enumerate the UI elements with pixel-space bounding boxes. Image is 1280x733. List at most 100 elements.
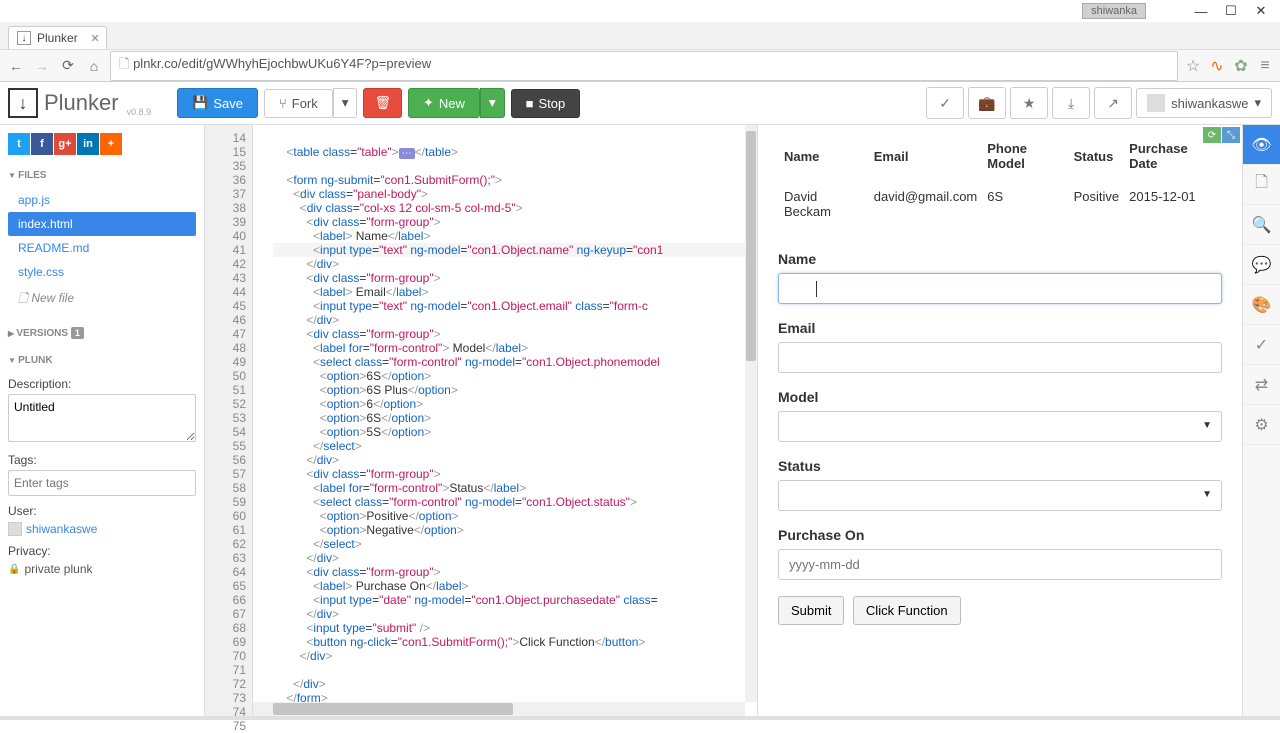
file-item-readme[interactable]: README.md — [8, 236, 196, 260]
new-dropdown-icon[interactable]: ▾ — [480, 88, 505, 118]
googleplus-icon[interactable]: g+ — [54, 133, 76, 155]
name-input[interactable] — [778, 273, 1222, 304]
privacy-value: 🔒private plunk — [8, 562, 196, 576]
th-email: Email — [870, 135, 982, 177]
file-item-stylecss[interactable]: style.css — [8, 260, 196, 284]
briefcase-icon[interactable]: 💼 — [968, 87, 1006, 119]
purchase-label: Purchase On — [778, 527, 1222, 543]
editor-vertical-scrollbar[interactable] — [745, 125, 757, 702]
tab-close-icon[interactable]: ✕ — [90, 32, 99, 45]
status-bar — [0, 716, 1280, 720]
forward-icon[interactable]: → — [32, 56, 52, 76]
plunk-section-header[interactable]: PLUNK — [8, 352, 196, 369]
status-label: Status — [778, 458, 1222, 474]
window-maximize-icon[interactable]: ☐ — [1216, 2, 1246, 20]
new-button[interactable]: ✦ New — [408, 88, 480, 118]
plunker-logo-icon[interactable]: ↓ — [8, 88, 38, 118]
settings-tab-icon[interactable]: ⚙ — [1243, 405, 1280, 445]
back-icon[interactable]: ← — [6, 56, 26, 76]
submit-button[interactable]: Submit — [778, 596, 844, 625]
app-toolbar: ↓ Plunker v0.8.9 💾 Save ⑂ Fork ▾ 🗑 ✦ New… — [0, 82, 1280, 125]
window-user-badge: shiwanka — [1082, 3, 1146, 19]
new-file-button[interactable]: 🗋 New file — [8, 284, 196, 315]
chevron-down-icon: ▾ — [1254, 95, 1261, 111]
window-close-icon[interactable]: ✕ — [1246, 2, 1276, 20]
star-icon[interactable]: ☆ — [1184, 57, 1202, 75]
facebook-icon[interactable]: f — [31, 133, 53, 155]
model-select[interactable] — [778, 411, 1222, 442]
save-button[interactable]: 💾 Save — [177, 88, 258, 118]
text-cursor-icon — [816, 281, 817, 297]
plunker-favicon-icon: ↓ — [17, 31, 31, 45]
stop-button[interactable]: ■ Stop — [511, 89, 581, 118]
lock-icon: 🔒 — [8, 564, 20, 575]
purchase-date-input[interactable] — [778, 549, 1222, 580]
window-minimize-icon[interactable]: — — [1186, 2, 1216, 20]
settings-gear-icon[interactable]: ✿ — [1232, 57, 1250, 75]
file-item-appjs[interactable]: app.js — [8, 188, 196, 212]
fork-button[interactable]: ⑂ Fork — [264, 89, 333, 118]
user-value[interactable]: shiwankaswe — [8, 522, 196, 536]
editor-gutter: 1415353637383940414243444546474849505152… — [205, 125, 253, 716]
email-input[interactable] — [778, 342, 1222, 373]
twitter-icon[interactable]: t — [8, 133, 30, 155]
sidebar: t f g+ in + FILES app.js index.html READ… — [0, 125, 205, 716]
preview-controls: ⟳ ⤡ — [1203, 127, 1240, 143]
docs-tab-icon[interactable]: 🗋 — [1243, 165, 1280, 205]
chat-tab-icon[interactable]: 💬 — [1243, 245, 1280, 285]
preview-pane: ⟳ ⤡ Name Email Phone Model Status Purcha… — [757, 125, 1242, 716]
description-label: Description: — [8, 377, 196, 391]
th-model: Phone Model — [983, 135, 1067, 177]
th-status: Status — [1070, 135, 1124, 177]
palette-tab-icon[interactable]: 🎨 — [1243, 285, 1280, 325]
share-icon[interactable]: + — [100, 133, 122, 155]
preview-refresh-icon[interactable]: ⟳ — [1203, 127, 1221, 143]
social-share-row: t f g+ in + — [8, 133, 196, 155]
editor-code-area[interactable]: <table class="table">⋯</table> <form ng-… — [253, 125, 757, 716]
url-input[interactable]: 🗋 plnkr.co/edit/gWWhyhEjochbwUKu6Y4F?p=p… — [110, 51, 1178, 81]
th-name: Name — [780, 135, 868, 177]
mini-avatar-icon — [8, 522, 22, 536]
open-external-icon[interactable]: ↗ — [1094, 87, 1132, 119]
home-icon[interactable]: ⌂ — [84, 56, 104, 76]
status-select[interactable] — [778, 480, 1222, 511]
fork-dropdown-icon[interactable]: ▾ — [333, 88, 358, 118]
files-section-header[interactable]: FILES — [8, 167, 196, 184]
window-titlebar: shiwanka — ☐ ✕ — [0, 0, 1280, 22]
browser-url-bar: ← → ⟳ ⌂ 🗋 plnkr.co/edit/gWWhyhEjochbwUKu… — [0, 50, 1280, 82]
table-row: David Beckam david@gmail.com 6S Positive… — [780, 179, 1220, 229]
user-avatar-icon — [1147, 94, 1165, 112]
linkedin-icon[interactable]: in — [77, 133, 99, 155]
compare-tab-icon[interactable]: ⇄ — [1243, 365, 1280, 405]
rss-icon[interactable]: ∿ — [1208, 57, 1226, 75]
check-icon[interactable]: ✓ — [926, 87, 964, 119]
versions-section-header[interactable]: VERSIONS 1 — [8, 325, 196, 342]
editor-horizontal-scrollbar[interactable] — [253, 702, 745, 716]
browser-tab[interactable]: ↓ Plunker ✕ — [8, 26, 107, 49]
user-menu[interactable]: shiwankaswe ▾ — [1136, 88, 1272, 118]
tab-title: Plunker — [37, 31, 78, 45]
reload-icon[interactable]: ⟳ — [58, 56, 78, 76]
email-label: Email — [778, 320, 1222, 336]
check-tab-icon[interactable]: ✓ — [1243, 325, 1280, 365]
name-label: Name — [778, 251, 1222, 267]
preview-tab-icon[interactable]: 👁 — [1243, 125, 1280, 165]
search-tab-icon[interactable]: 🔍 — [1243, 205, 1280, 245]
favorite-icon[interactable]: ★ — [1010, 87, 1048, 119]
download-icon[interactable]: ⤓ — [1052, 87, 1090, 119]
description-input[interactable] — [8, 394, 196, 442]
tags-label: Tags: — [8, 453, 196, 467]
code-editor[interactable]: 1415353637383940414243444546474849505152… — [205, 125, 757, 716]
data-table: Name Email Phone Model Status Purchase D… — [778, 133, 1222, 231]
privacy-label: Privacy: — [8, 544, 196, 558]
user-label: User: — [8, 504, 196, 518]
preview-expand-icon[interactable]: ⤡ — [1222, 127, 1240, 143]
tags-input[interactable] — [8, 470, 196, 496]
brand-version: v0.8.9 — [127, 107, 152, 117]
click-function-button[interactable]: Click Function — [853, 596, 961, 625]
brand-name: Plunker — [44, 90, 119, 116]
delete-button[interactable]: 🗑 — [363, 88, 402, 118]
menu-icon[interactable]: ≡ — [1256, 57, 1274, 75]
model-label: Model — [778, 389, 1222, 405]
file-item-indexhtml[interactable]: index.html — [8, 212, 196, 236]
